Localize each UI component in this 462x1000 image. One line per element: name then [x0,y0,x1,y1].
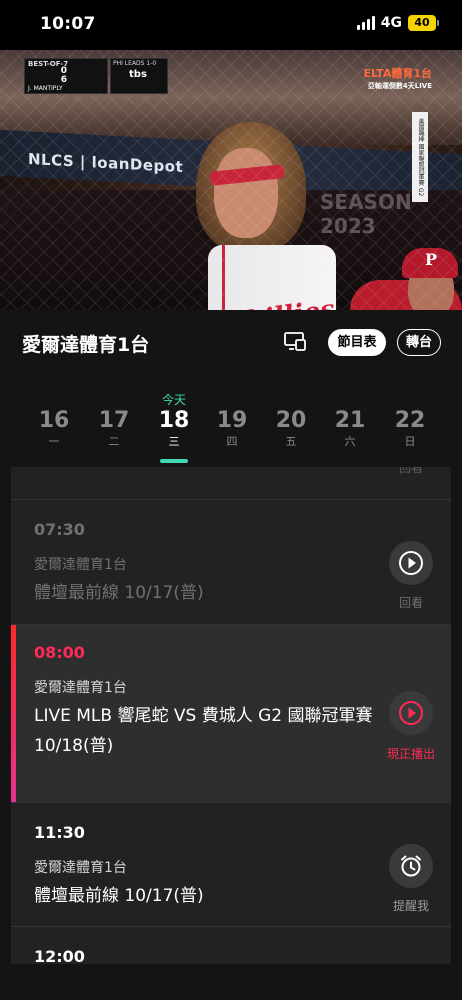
status-indicators: 4G 40 [356,15,439,31]
date-number: 20 [275,408,307,433]
switch-channel-button[interactable]: 轉台 [397,329,441,356]
channel-watermark-brand: ELTA體育1台 [363,67,432,80]
program-action-label: 回看 [398,467,423,475]
program-channel: 愛爾達體育1台 [34,680,127,696]
date-tab-18[interactable]: 18 三 [152,408,196,449]
date-weekday: 五 [285,435,297,448]
guide-button[interactable]: 節目表 [328,329,386,356]
date-weekday: 六 [344,435,356,448]
channel-watermark: ELTA體育1台 亞軸運倒數4天LIVE [352,65,432,91]
date-number: 18 [158,408,190,433]
video-player[interactable]: NLCS | loanDepot SEASON 2023 Phillies P … [0,50,462,310]
series-header: PHI LEADS 1-0 [113,60,157,67]
program-time: 11:30 [34,823,85,842]
date-tab-17[interactable]: 17 二 [92,408,136,449]
bottom-safe-area [0,964,462,1000]
date-weekday: 四 [226,435,238,448]
program-action-label: 提醒我 [392,899,429,913]
status-time: 10:07 [40,14,96,34]
status-bar: 10:07 4G 40 [0,0,462,50]
date-number: 16 [38,408,70,433]
program-time: 07:30 [34,520,85,539]
remind-me-button[interactable] [389,844,433,888]
battery-icon: 40 [408,15,439,31]
program-action-label: 回看 [398,596,423,610]
date-weekday: 三 [168,435,180,448]
live-indicator-bar [11,625,16,802]
date-tab-20[interactable]: 20 五 [269,408,313,449]
date-tab-21[interactable]: 21 六 [328,408,372,449]
network-type: 4G [380,15,402,31]
play-circle-icon [399,551,423,575]
date-tab-22[interactable]: 22 日 [388,408,432,449]
network-logo: tbs [129,69,147,80]
program-list[interactable]: 回看 07:30 愛爾達體育1台 體壇最前線 10/17(普) 回看 08:00… [11,467,451,964]
program-action-label: 現正播出 [386,747,435,761]
scorebug: BEST-OF-7 0 6 J. MANTIPLY [24,58,108,94]
program-item[interactable]: 11:30 愛爾達體育1台 體壇最前線 10/17(普) 提醒我 [11,802,451,926]
program-channel: 愛爾達體育1台 [34,860,127,876]
signal-icon [356,16,375,30]
scorebug-team2-score: 6 [60,75,67,85]
cast-icon[interactable] [284,331,306,351]
channel-watermark-sub: 亞軸運倒數4天LIVE [367,82,432,90]
date-number: 17 [98,408,130,433]
date-weekday: 一 [48,435,60,448]
program-time: 08:00 [34,643,85,662]
event-side-tag: 美國職棒 國家聯盟冠軍賽 G2 [412,112,428,202]
date-tab-19[interactable]: 19 四 [210,408,254,449]
date-number: 19 [216,408,248,433]
date-tab-16[interactable]: 16 一 [32,408,76,449]
scorebug-pitcher: J. MANTIPLY [28,85,63,92]
program-title: 體壇最前線 10/17(普) [34,886,204,906]
program-item[interactable]: 07:30 愛爾達體育1台 體壇最前線 10/17(普) 回看 [11,499,451,624]
selected-date-indicator [160,459,188,463]
channel-title: 愛爾達體育1台 [22,334,150,356]
program-item[interactable]: 12:00 [11,926,451,964]
program-title: 體壇最前線 10/17(普) [34,583,204,603]
date-weekday: 二 [108,435,120,448]
play-circle-icon [399,701,423,725]
today-label: 今天 [161,393,186,407]
program-title: LIVE MLB 響尾蛇 VS 費城人 G2 國聯冠軍賽 10/18(普) [34,706,373,756]
program-item-peek[interactable]: 回看 [11,467,451,499]
alarm-clock-icon [401,855,421,877]
program-time: 12:00 [34,947,85,964]
replay-button[interactable] [389,541,433,585]
program-item-live[interactable]: 08:00 愛爾達體育1台 LIVE MLB 響尾蛇 VS 費城人 G2 國聯冠… [11,624,451,802]
date-number: 21 [334,408,366,433]
series-box: PHI LEADS 1-0 tbs [110,58,168,94]
watch-live-button[interactable] [389,691,433,735]
date-weekday: 日 [404,435,416,448]
program-channel: 愛爾達體育1台 [34,557,127,573]
date-number: 22 [394,408,426,433]
